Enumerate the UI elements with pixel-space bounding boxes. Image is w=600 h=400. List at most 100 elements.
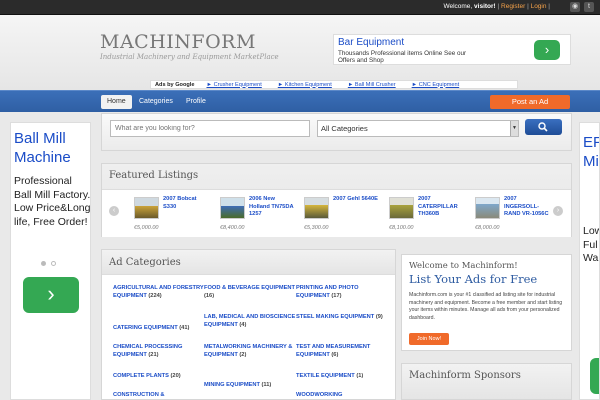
category-count: (16) xyxy=(204,293,215,299)
tab-profile[interactable]: Profile xyxy=(180,95,212,109)
listing-thumbnail[interactable] xyxy=(475,197,500,219)
listing-thumbnail[interactable] xyxy=(389,197,414,219)
category-link[interactable]: TEXTILE EQUIPMENT (1) xyxy=(296,372,388,380)
ad-link[interactable]: ► Kitchen Equipment xyxy=(270,82,340,88)
listing-thumbnail[interactable] xyxy=(220,197,245,219)
featured-item[interactable]: 2007 Gehl 5640E €5,300.00 xyxy=(304,194,384,236)
sponsors-panel: Machinform Sponsors xyxy=(401,363,572,400)
category-link[interactable]: STEEL MAKING EQUIPMENT (9) xyxy=(296,313,388,321)
listing-thumbnail[interactable] xyxy=(134,197,159,219)
rss-icon[interactable]: ◉ xyxy=(570,2,580,12)
ad-link[interactable]: ► Crusher Equipment xyxy=(198,82,269,88)
category-count: (20) xyxy=(170,373,181,379)
welcome-greeting: Welcome to Machinform! xyxy=(409,261,518,271)
left-side-ad[interactable]: Ball Mill Machine Professional Ball Mill… xyxy=(10,122,91,400)
carousel-dot[interactable] xyxy=(41,261,46,266)
category-count: (6) xyxy=(331,352,339,358)
category-count: (2) xyxy=(239,352,247,358)
category-name[interactable]: TEXTILE EQUIPMENT xyxy=(296,373,355,379)
listing-thumbnail[interactable] xyxy=(304,197,329,219)
category-name[interactable]: CONSTRUCTION & xyxy=(113,392,165,398)
listing-price: €5,000.00 xyxy=(134,225,159,231)
ad-link[interactable]: ► Ball Mill Crusher xyxy=(340,82,404,88)
category-select[interactable]: All Categories ▼ xyxy=(317,120,519,137)
welcome-text: Welcome, visitor! | Register | Login | xyxy=(443,3,550,10)
category-name[interactable]: PRINTING AND PHOTO EQUIPMENT xyxy=(296,285,359,299)
ad-go-button[interactable] xyxy=(590,358,599,394)
category-count: (21) xyxy=(148,352,159,358)
category-link[interactable]: PRINTING AND PHOTO EQUIPMENT (17) xyxy=(296,284,388,300)
separator: | xyxy=(548,3,550,10)
site-logo[interactable]: MACHINFORM xyxy=(100,31,256,53)
prev-arrow-icon[interactable]: ‹ xyxy=(109,206,119,216)
featured-item[interactable]: 2007 INGERSOLL-RAND VR-1056C €8,000.00 xyxy=(475,194,555,236)
right-side-ad[interactable]: EPI Tub Mi Pip Low and Qu Ful Ser and Wa xyxy=(579,122,600,400)
category-name[interactable]: MINING EQUIPMENT xyxy=(204,382,260,388)
listing-price: €5,300.00 xyxy=(304,225,329,231)
tab-home[interactable]: Home xyxy=(101,95,132,109)
category-link[interactable]: CONSTRUCTION & xyxy=(113,391,205,399)
listing-price: €8,100.00 xyxy=(389,225,414,231)
separator: | xyxy=(527,3,529,10)
ad-go-button[interactable]: › xyxy=(534,40,560,60)
category-link[interactable]: WOODWORKING xyxy=(296,391,388,399)
category-link[interactable]: METALWORKING MACHINERY & EQUIPMENT (2) xyxy=(204,343,296,359)
featured-item[interactable]: 2007 Bobcat S330 €5,000.00 xyxy=(134,194,214,236)
featured-item[interactable]: 2006 New Holland TN75DA 1257 €8,400.00 xyxy=(220,194,300,236)
category-link[interactable]: FOOD & BEVERAGE EQUIPMENT (16) xyxy=(204,284,296,300)
category-name[interactable]: STEEL MAKING EQUIPMENT xyxy=(296,314,374,320)
listing-title[interactable]: 2007 Bobcat S330 xyxy=(163,196,211,211)
listing-title[interactable]: 2006 New Holland TN75DA 1257 xyxy=(249,196,297,219)
ad-text: Professional Ball Mill Factory. Low Pric… xyxy=(14,175,91,228)
search-button[interactable] xyxy=(525,119,562,135)
twitter-icon[interactable]: t xyxy=(584,2,594,12)
listing-title[interactable]: 2007 Gehl 5640E xyxy=(333,196,381,204)
category-name[interactable]: LAB, MEDICAL AND BIOSCIENCE EQUIPMENT xyxy=(204,314,295,328)
listing-price: €8,000.00 xyxy=(475,225,500,231)
category-name[interactable]: WOODWORKING xyxy=(296,392,342,398)
category-name[interactable]: COMPLETE PLANTS xyxy=(113,373,169,379)
ad-go-button[interactable]: › xyxy=(23,277,79,313)
category-name[interactable]: CATERING EQUIPMENT xyxy=(113,325,178,331)
search-input[interactable] xyxy=(110,120,310,137)
category-count: (11) xyxy=(261,382,272,388)
header-ad-banner[interactable]: Bar Equipment Thousands Professional ite… xyxy=(333,34,571,65)
category-link[interactable]: COMPLETE PLANTS (20) xyxy=(113,372,205,380)
ads-by-google-label: Ads by Google xyxy=(155,81,195,88)
site-header: MACHINFORM Industrial Machinery and Equi… xyxy=(0,15,600,90)
category-link[interactable]: CHEMICAL PROCESSING EQUIPMENT (21) xyxy=(113,343,205,359)
listing-title[interactable]: 2007 INGERSOLL-RAND VR-1056C xyxy=(504,196,552,219)
username: visitor! xyxy=(474,3,496,10)
category-name[interactable]: FOOD & BEVERAGE EQUIPMENT xyxy=(204,285,295,291)
ad-title[interactable]: Bar Equipment xyxy=(338,37,404,48)
tab-categories[interactable]: Categories xyxy=(133,95,179,109)
category-link[interactable]: LAB, MEDICAL AND BIOSCIENCE EQUIPMENT (4… xyxy=(204,313,296,329)
site-tagline: Industrial Machinery and Equipment Marke… xyxy=(100,53,279,61)
category-count: (41) xyxy=(179,325,190,331)
listing-price: €8,400.00 xyxy=(220,225,245,231)
search-panel: All Categories ▼ xyxy=(101,113,572,151)
featured-item[interactable]: 2007 CATERPILLAR TH360B €8,100.00 xyxy=(389,194,469,236)
category-link[interactable]: CATERING EQUIPMENT (41) xyxy=(113,324,205,332)
post-ad-button[interactable]: Post an Ad xyxy=(490,95,570,109)
listing-title[interactable]: 2007 CATERPILLAR TH360B xyxy=(418,196,466,219)
category-link[interactable]: AGRICULTURAL AND FORESTRY EQUIPMENT (224… xyxy=(113,284,205,300)
category-count: (9) xyxy=(375,314,383,320)
ad-title[interactable]: EPI Tub Mi Pip xyxy=(583,133,599,171)
register-link[interactable]: Register xyxy=(501,3,525,10)
ad-link[interactable]: ► CNC Equipment xyxy=(404,82,468,88)
category-link[interactable]: MINING EQUIPMENT (11) xyxy=(204,381,296,389)
search-icon xyxy=(538,122,548,132)
category-name[interactable]: METALWORKING MACHINERY & EQUIPMENT xyxy=(204,344,292,358)
join-now-button[interactable]: Join Now! xyxy=(409,333,449,345)
featured-title: Featured Listings xyxy=(109,170,199,181)
ad-text: Low and Qu Ful Ser and Wa xyxy=(583,225,599,264)
ad-carousel-dots xyxy=(41,261,56,266)
category-link[interactable]: TEST AND MEASUREMENT EQUIPMENT (6) xyxy=(296,343,388,359)
login-link[interactable]: Login xyxy=(531,3,547,10)
welcome-description: Machinform.com is your #1 classified ad … xyxy=(409,292,563,321)
ad-categories-panel: Ad Categories AGRICULTURAL AND FORESTRY … xyxy=(101,249,396,400)
ad-links-bar: Ads by Google ► Crusher Equipment ► Kitc… xyxy=(150,80,518,89)
ad-title[interactable]: Ball Mill Machine xyxy=(14,129,90,167)
carousel-dot[interactable] xyxy=(51,261,56,266)
